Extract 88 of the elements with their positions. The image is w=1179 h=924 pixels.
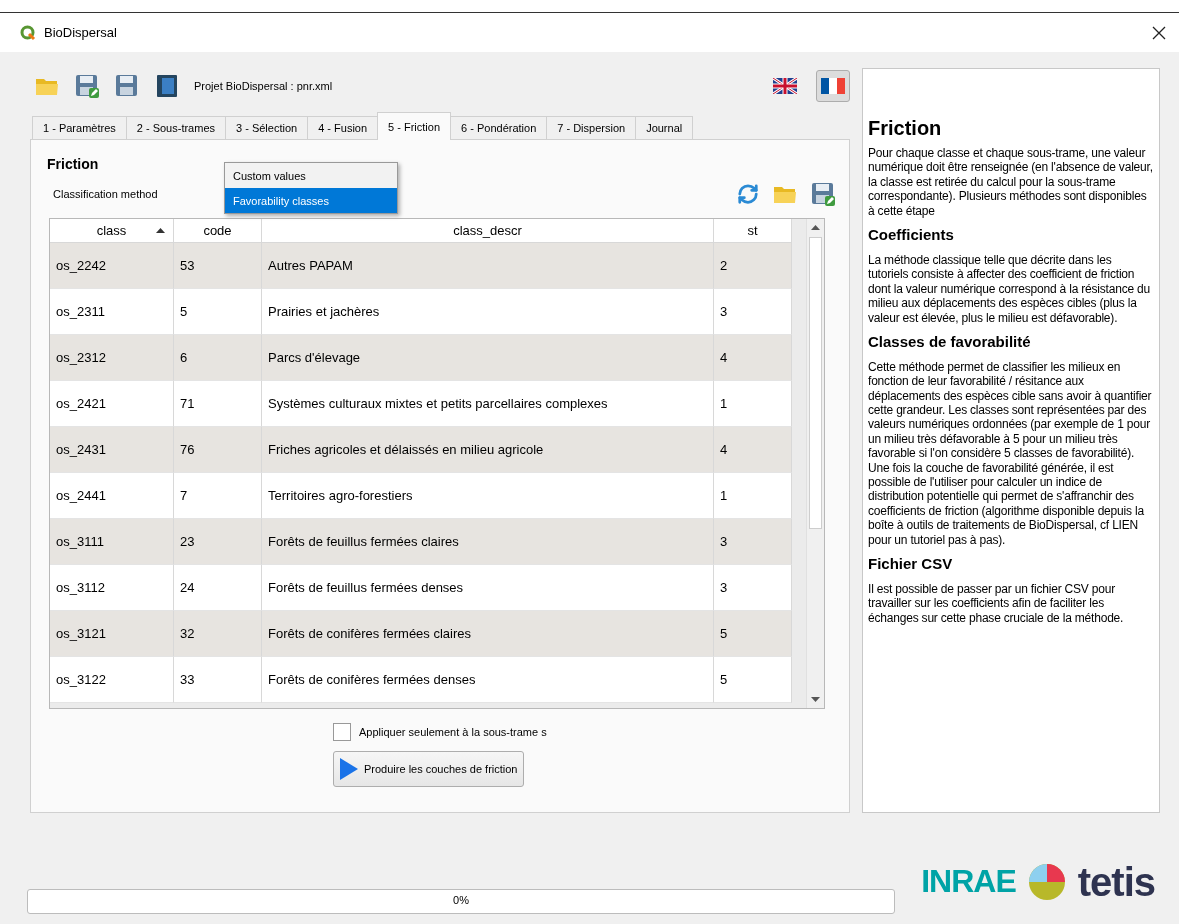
help-heading: Fichier CSV: [868, 555, 954, 572]
table-cell: 4: [714, 427, 792, 473]
table-cell: os_2311: [50, 289, 174, 335]
help-paragraph: Pour chaque classe et chaque sous-trame, une valeur numérique doit être renseignée (en l'absence de valeur, la classe est retirée du calcul pour la sous-trame correspondante). Plusieurs méthodes sont disponibles à cette étape: [868, 146, 1153, 218]
table-cell: os_3112: [50, 565, 174, 611]
help-paragraph: Une fois la couche de favorabilité générée, il est possible de l'utiliser pour calculer un indice de distribution potentielle qui permet de s'affranchir des coefficients de friction (algorithme disponible depuis la boîte à outils de traitements de BioDispersal, cf LIEN pour un tutoriel pas à pas).: [868, 460, 1145, 547]
table-cell: os_2431: [50, 427, 174, 473]
help-heading: Classes de favorabilité: [868, 332, 1032, 350]
tetis-logo: tetis: [1077, 861, 1155, 902]
menu-item[interactable]: Custom values: [225, 163, 397, 188]
table-cell: 33: [174, 657, 262, 703]
floppy-icon: [115, 74, 139, 98]
checkbox[interactable]: [333, 723, 351, 741]
table-cell: 3: [714, 519, 792, 565]
table-cell: 5: [714, 657, 792, 703]
tab[interactable]: 1 - Paramètres: [32, 116, 127, 140]
column-header[interactable]: class_descr: [262, 219, 714, 243]
help-paragraph: Cette méthode permet de classifier les milieux en fonction de leur favorabilité / résitance aux déplacements des espèces cible sans avoir à quantifier cette grandeur. Les classes sont représentées par des valeurs numériques ordonnées (par exemple de 1 pour un milieu très défavorable à 5 pour un milieu très favorable si l'on considère 5 classes de favorabilité).: [868, 359, 1153, 461]
table-cell: 53: [174, 243, 262, 289]
project-label: Projet BioDispersal : pnr.xml: [194, 80, 334, 92]
folder-icon: [35, 76, 59, 96]
table-cell: Parcs d'élevage: [262, 335, 714, 381]
table-cell: Forêts de feuillus fermées claires: [262, 519, 714, 565]
table-cell: Forêts de conifères fermées claires: [262, 611, 714, 657]
column-header[interactable]: code: [174, 219, 262, 243]
play-icon: [340, 758, 358, 780]
column-header[interactable]: class: [50, 219, 174, 243]
sort-arrow-icon: [156, 228, 165, 233]
table-cell: 32: [174, 611, 262, 657]
table-cell: os_2441: [50, 473, 174, 519]
fr-flag-icon: [821, 78, 845, 94]
save-button[interactable]: [114, 73, 140, 99]
table-cell: 2: [714, 243, 792, 289]
table-cell: 3: [714, 565, 792, 611]
table-cell: 5: [174, 289, 262, 335]
app-logo-icon: [20, 24, 36, 41]
table-cell: 3: [714, 289, 792, 335]
save-as-button[interactable]: [74, 73, 100, 99]
table-cell: 71: [174, 381, 262, 427]
table-cell: 23: [174, 519, 262, 565]
table-cell: os_3121: [50, 611, 174, 657]
table-cell: 5: [714, 611, 792, 657]
run-button[interactable]: Produire les couches de friction: [333, 751, 525, 787]
apply-checkbox[interactable]: Appliquer seulement à la sous-trame s: [333, 723, 547, 741]
table-cell: os_3122: [50, 657, 174, 703]
language-button[interactable]: [816, 70, 850, 102]
column-header[interactable]: st: [714, 219, 792, 243]
table-cell: 1: [714, 473, 792, 519]
help-button[interactable]: [154, 73, 180, 99]
scroll-up-icon[interactable]: [811, 225, 821, 230]
table-cell: 6: [174, 335, 262, 381]
uk-flag-icon: [773, 78, 797, 94]
menu-item[interactable]: Favorability classes: [225, 188, 397, 213]
tab[interactable]: 5 - Friction: [377, 112, 452, 140]
folder-icon: [773, 184, 797, 204]
help-paragraph: Il est possible de passer par un fichier CSV pour travailler sur les coefficients afin de faciliter les échanges sur cette phase cruciale de la méthode.: [868, 582, 1125, 626]
table-cell: os_2242: [50, 243, 174, 289]
refresh-icon[interactable]: [737, 183, 759, 205]
table-cell: Forêts de conifères fermées denses: [262, 657, 714, 703]
section-title: Friction: [47, 156, 99, 174]
floppy-pencil-icon: [811, 182, 835, 206]
table-cell: os_2421: [50, 381, 174, 427]
help-heading: Coefficients: [868, 225, 955, 243]
progress-text: 0%: [452, 894, 470, 906]
table-cell: Prairies et jachères: [262, 289, 714, 335]
tetis-emblem-icon: [1027, 862, 1066, 901]
help-title: Friction: [868, 117, 943, 140]
tab[interactable]: Journal: [635, 116, 694, 140]
table-cell: Friches agricoles et délaissés en milieu agricole: [262, 427, 714, 473]
table-cell: 24: [174, 565, 262, 611]
table-cell: Systèmes culturaux mixtes et petits parcellaires complexes: [262, 381, 714, 427]
help-paragraph: La méthode classique telle que décrite dans les tutoriels consiste à affecter des coefficient de friction dont la valeur numérique correspond à la résistance du milieu aux déplacements des espèces cibles (plus la valeur est élevée, plus le milieu est défavorable).: [868, 252, 1152, 325]
table-cell: Forêts de feuillus fermées denses: [262, 565, 714, 611]
table-cell: os_2312: [50, 335, 174, 381]
method-label: Classification method: [53, 188, 159, 200]
table-cell: 1: [714, 381, 792, 427]
table-cell: Territoires agro-forestiers: [262, 473, 714, 519]
window-title: BioDispersal: [44, 25, 118, 40]
table-cell: 4: [714, 335, 792, 381]
scrollbar[interactable]: [806, 219, 824, 708]
table-cell: 76: [174, 427, 262, 473]
inrae-logo: INRAE: [921, 863, 1016, 900]
table-cell: os_3111: [50, 519, 174, 565]
table-cell: Autres PAPAM: [262, 243, 714, 289]
floppy-pencil-icon: [75, 74, 99, 98]
table-cell: 7: [174, 473, 262, 519]
scroll-down-icon[interactable]: [811, 697, 821, 702]
help-book-icon: [156, 74, 178, 98]
